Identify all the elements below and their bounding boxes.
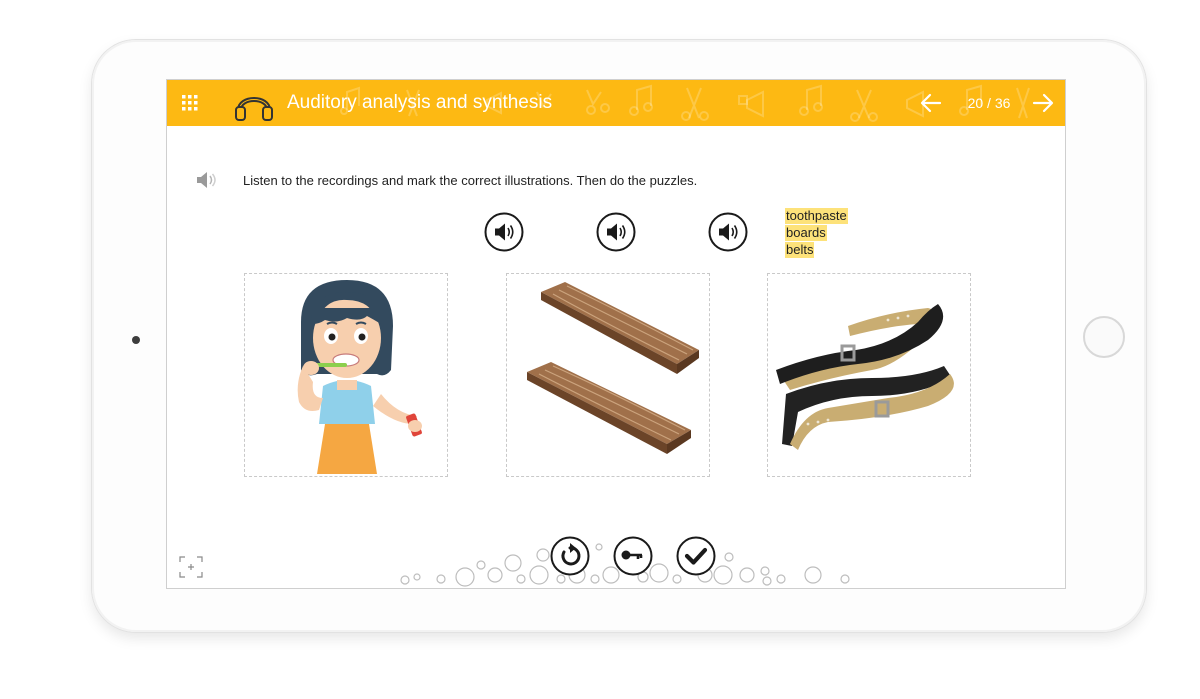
page-title: Auditory analysis and synthesis xyxy=(287,92,553,113)
recording-2-speaker-icon[interactable] xyxy=(596,212,636,252)
home-button[interactable] xyxy=(1083,316,1125,358)
girl-brushing-teeth-illustration xyxy=(297,280,422,474)
recording-3-speaker-icon[interactable] xyxy=(708,212,748,252)
recording-1-speaker-icon[interactable] xyxy=(484,212,524,252)
fullscreen-icon[interactable] xyxy=(179,556,203,578)
card-wooden-boards[interactable] xyxy=(506,273,710,477)
word-list: toothpaste boards belts xyxy=(785,208,848,259)
grid-icon[interactable] xyxy=(181,94,199,112)
word-belts[interactable]: belts xyxy=(785,242,815,258)
leather-belts-illustration xyxy=(776,304,954,450)
app-screen: Auditory analysis and synthesis 20 / 36 … xyxy=(166,79,1066,589)
top-bar: Auditory analysis and synthesis 20 / 36 xyxy=(167,80,1065,126)
instruction-speaker-icon[interactable] xyxy=(195,170,217,190)
key-icon[interactable] xyxy=(613,536,653,576)
camera-dot xyxy=(132,336,140,344)
word-boards[interactable]: boards xyxy=(785,225,827,241)
headphones-icon xyxy=(235,97,273,121)
arrow-right-icon[interactable] xyxy=(1031,92,1055,114)
instruction-text: Listen to the recordings and mark the co… xyxy=(243,173,698,188)
card-leather-belts[interactable] xyxy=(767,273,971,477)
page-counter: 20 / 36 xyxy=(967,95,1011,111)
card-girl-brushing-teeth[interactable] xyxy=(244,273,448,477)
wooden-boards-illustration xyxy=(527,282,699,454)
reset-icon[interactable] xyxy=(550,536,590,576)
word-toothpaste[interactable]: toothpaste xyxy=(785,208,848,224)
arrow-left-icon[interactable] xyxy=(919,92,943,114)
check-icon[interactable] xyxy=(676,536,716,576)
